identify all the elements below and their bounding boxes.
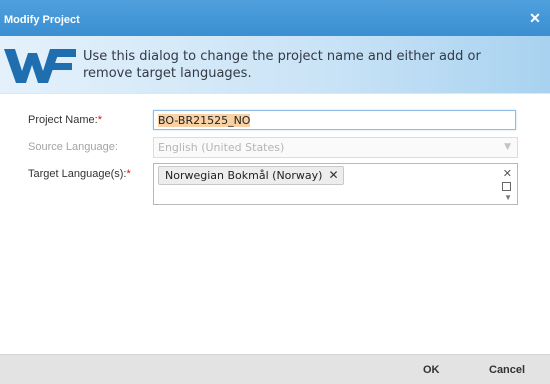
dialog-description: Use this dialog to change the project na…: [83, 49, 481, 81]
clear-all-icon[interactable]: ✕: [503, 167, 512, 180]
dialog-title-bar[interactable]: Modify Project ✕: [0, 0, 550, 36]
ok-button[interactable]: OK: [423, 364, 440, 376]
modify-project-dialog: Modify Project ✕ Use this dialog to chan…: [0, 0, 550, 384]
source-language-select: English (United States) ▼: [153, 137, 518, 158]
dialog-footer: OK Cancel: [0, 354, 550, 384]
dialog-title: Modify Project: [4, 14, 80, 26]
select-all-checkbox[interactable]: [502, 182, 511, 191]
cancel-button[interactable]: Cancel: [489, 364, 525, 376]
target-language-chip-label: Norwegian Bokmål (Norway): [165, 169, 323, 182]
target-language-chip: Norwegian Bokmål (Norway) ✕: [158, 166, 344, 185]
target-languages-multiselect[interactable]: Norwegian Bokmål (Norway) ✕ ✕ ▼: [153, 163, 518, 205]
close-icon[interactable]: ✕: [528, 11, 542, 25]
project-name-label: Project Name:*: [28, 114, 102, 126]
project-name-value: BO-BR21525_NO: [158, 114, 251, 127]
remove-chip-icon[interactable]: ✕: [328, 167, 338, 184]
wf-logo-icon: [4, 49, 76, 83]
required-marker: *: [126, 168, 131, 180]
header-divider: [0, 93, 550, 94]
dropdown-arrow-icon[interactable]: ▼: [504, 193, 512, 202]
dialog-header: Use this dialog to change the project na…: [0, 36, 550, 93]
project-name-input[interactable]: BO-BR21525_NO: [153, 110, 516, 130]
source-language-value: English (United States): [158, 141, 285, 154]
required-marker: *: [97, 114, 102, 126]
target-languages-label: Target Language(s):*: [28, 168, 131, 180]
source-language-label: Source Language:: [28, 141, 118, 153]
dropdown-arrow-icon: ▼: [504, 142, 511, 152]
